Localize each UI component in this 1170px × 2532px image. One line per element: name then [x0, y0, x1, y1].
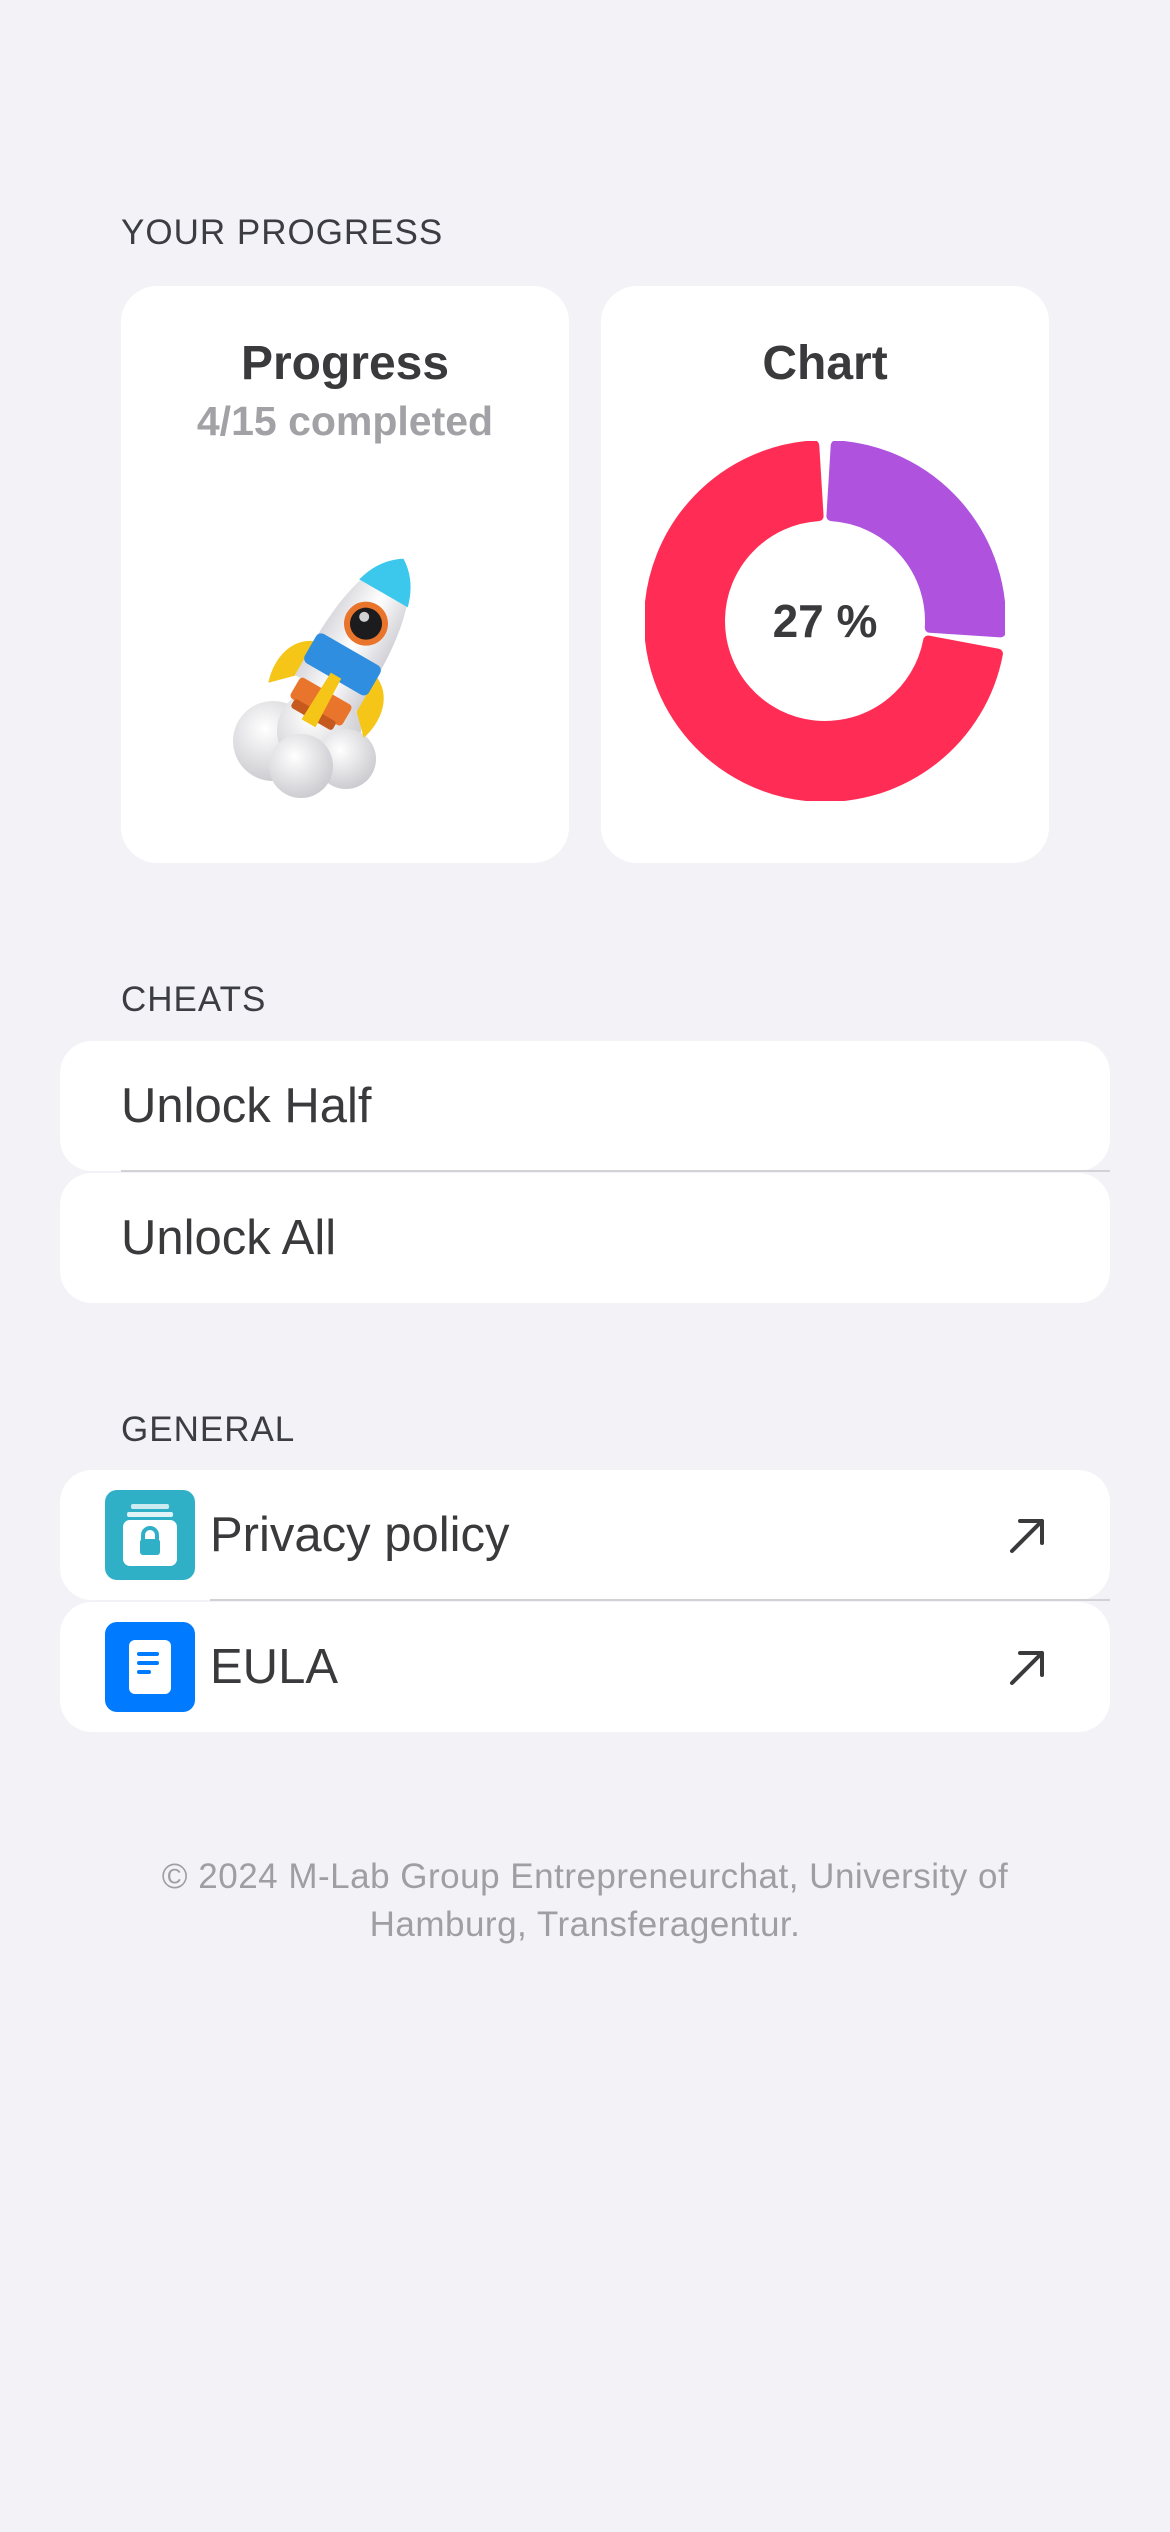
general-section-header: GENERAL	[121, 1410, 296, 1449]
arrow-up-right-icon	[1010, 1651, 1044, 1685]
unlock-half-row[interactable]: Unlock Half	[60, 1041, 1110, 1171]
rocket-illustration	[233, 558, 411, 798]
donut-center-label: 27 %	[773, 595, 878, 647]
unlock-all-row[interactable]: Unlock All	[60, 1173, 1110, 1303]
document-icon	[105, 1622, 195, 1712]
lock-icon	[105, 1490, 195, 1580]
footer-copyright: © 2024 M-Lab Group Entrepreneurchat, Uni…	[161, 1857, 1009, 1944]
chart-card: Chart 27 %	[601, 286, 1049, 863]
unlock-half-label: Unlock Half	[121, 1079, 372, 1133]
privacy-policy-label: Privacy policy	[210, 1508, 510, 1562]
cheats-divider	[121, 1170, 1110, 1172]
privacy-policy-row[interactable]: Privacy policy	[60, 1470, 1110, 1600]
cheats-section-header: CHEATS	[121, 980, 267, 1019]
progress-card-subtitle: 4/15 completed	[196, 398, 494, 444]
progress-card: Progress 4/15 completed	[121, 286, 569, 863]
chart-card-title: Chart	[762, 337, 888, 390]
unlock-all-label: Unlock All	[121, 1211, 337, 1265]
progress-card-title: Progress	[240, 337, 450, 390]
donut-chart: 27 %	[645, 441, 1005, 801]
progress-section-header: YOUR PROGRESS	[121, 213, 444, 252]
eula-row[interactable]: EULA	[60, 1602, 1110, 1732]
arrow-up-right-icon	[1010, 1519, 1044, 1553]
general-divider	[210, 1599, 1110, 1601]
eula-label: EULA	[210, 1640, 339, 1694]
